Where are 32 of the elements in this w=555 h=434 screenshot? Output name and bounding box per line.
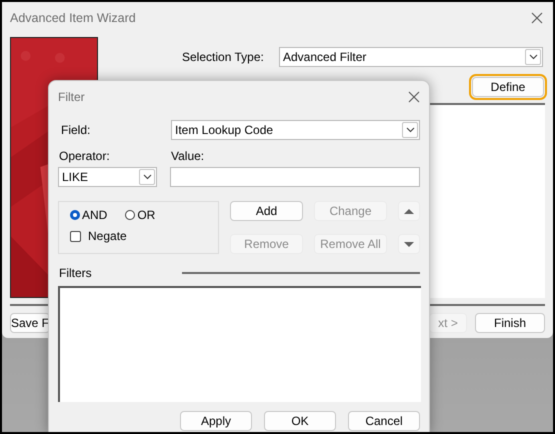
negate-checkbox[interactable]: [70, 230, 81, 242]
ok-button[interactable]: OK: [264, 411, 336, 431]
add-button[interactable]: Add: [230, 201, 303, 221]
chevron-icon: [142, 174, 152, 180]
dialog-title: Filter: [58, 90, 85, 104]
value-label: Value:: [171, 149, 204, 163]
chevron-icon: [406, 127, 414, 133]
value-field[interactable]: [170, 167, 420, 187]
cancel-button[interactable]: Cancel: [348, 411, 420, 431]
operator-label: Operator:: [58, 149, 111, 163]
up-arrow-icon: [403, 206, 415, 216]
down-arrow-icon: [403, 239, 415, 248]
window-title: Advanced Item Wizard: [10, 11, 136, 25]
field-label: Field:: [60, 123, 92, 137]
radio-button[interactable]: [70, 210, 80, 220]
radio-label: OR: [137, 208, 156, 222]
selection-type-dropdown[interactable]: Advanced Filter: [279, 47, 543, 67]
operator-dropdown[interactable]: LIKE: [58, 167, 157, 187]
finish-button[interactable]: Finish: [475, 313, 545, 333]
field-dropdown[interactable]: Item Lookup Code: [171, 120, 420, 140]
chevron-icon: [528, 54, 538, 60]
apply-button[interactable]: Apply: [180, 411, 252, 431]
negate-label: Negate: [88, 229, 127, 243]
radio-label: AND: [82, 208, 108, 222]
define-button[interactable]: Define: [472, 77, 544, 97]
radio-button[interactable]: [125, 210, 136, 220]
filters-list[interactable]: [58, 286, 421, 402]
filters-label: Filters: [59, 266, 92, 280]
selection-type-label: Selection Type:: [181, 50, 265, 64]
save-button[interactable]: Save F: [10, 313, 50, 333]
close-icon[interactable]: [408, 91, 420, 103]
close-icon[interactable]: [531, 12, 543, 24]
